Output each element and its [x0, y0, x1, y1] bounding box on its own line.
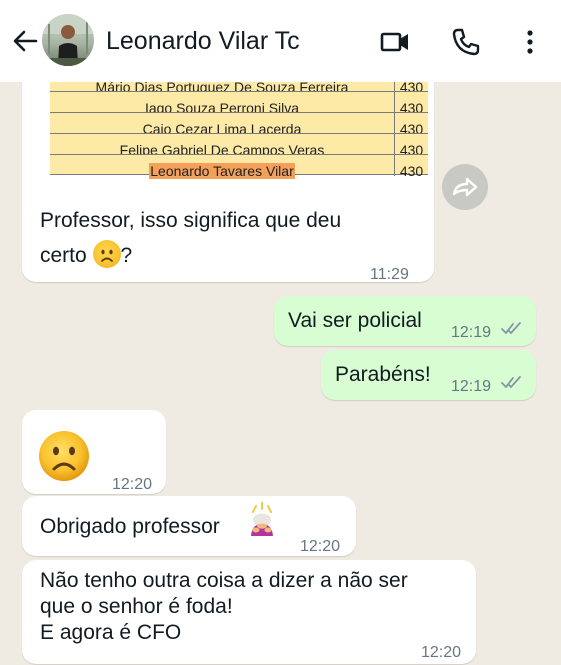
contact-name[interactable]: Leonardo Vilar Tc: [106, 27, 300, 56]
doc-highlight: Leonardo Tavares Vilar: [149, 163, 295, 179]
image-caption-line2: certo ?: [40, 240, 132, 271]
more-vertical-icon[interactable]: [514, 26, 546, 58]
doc-row-score: 430: [394, 113, 428, 137]
avatar[interactable]: [42, 14, 94, 66]
message-time: 12:19: [451, 378, 492, 395]
forward-icon: [452, 177, 478, 197]
forward-button[interactable]: [442, 164, 488, 210]
message-time: 12:20: [421, 644, 462, 661]
doc-row: Mário Dias Portuguez De Souza Ferreira 4…: [50, 82, 428, 95]
result-list-image[interactable]: Mário Dias Portuguez De Souza Ferreira 4…: [28, 82, 428, 194]
message-text-line3: E agora é CFO: [40, 621, 182, 644]
chat-header: Leonardo Vilar Tc: [0, 0, 561, 82]
doc-row: Felipe Gabriel De Campos Veras 430: [50, 133, 428, 158]
incoming-message[interactable]: Não tenho outra coisa a dizer a não ser …: [22, 560, 476, 664]
incoming-message[interactable]: 12:20: [22, 410, 166, 494]
doc-row-highlighted: Leonardo Tavares Vilar 430: [50, 154, 428, 179]
phone-icon[interactable]: [450, 26, 482, 58]
doc-row-score: 430: [394, 155, 428, 179]
arrow-left-icon[interactable]: [10, 26, 40, 56]
message-time: 12:19: [451, 324, 492, 341]
doc-row-score: 430: [394, 92, 428, 116]
frowning-face-icon: [92, 240, 121, 268]
double-check-icon: [501, 322, 521, 334]
incoming-message[interactable]: Obrigado professor 12:20: [22, 496, 356, 556]
frowning-face-icon: [39, 431, 89, 481]
outgoing-message[interactable]: Parabéns! 12:19: [321, 350, 536, 400]
chat-area[interactable]: Mário Dias Portuguez De Souza Ferreira 4…: [0, 82, 561, 665]
double-check-icon: [501, 376, 521, 388]
person-bowing-icon: [251, 502, 273, 536]
outgoing-message[interactable]: Vai ser policial 12:19: [274, 296, 536, 346]
message-text: Vai ser policial: [288, 309, 422, 332]
message-time: 12:20: [300, 538, 341, 555]
message-text: Parabéns!: [335, 363, 431, 386]
avatar-photo: [42, 14, 94, 66]
doc-row: Caio Cezar Lima Lacerda 430: [50, 112, 428, 137]
doc-row: Iago Souza Perroni Silva 430: [50, 91, 428, 116]
message-text: Obrigado professor: [40, 515, 220, 538]
image-message-bubble[interactable]: Mário Dias Portuguez De Souza Ferreira 4…: [22, 82, 434, 283]
video-camera-icon[interactable]: [379, 26, 411, 58]
doc-row-score: 430: [394, 134, 428, 158]
caption-text: ?: [120, 244, 133, 267]
image-caption-line1: Professor, isso significa que deu: [40, 209, 342, 232]
message-time: 11:29: [370, 266, 409, 283]
caption-text: certo: [40, 244, 87, 267]
doc-row-name: Leonardo Tavares Vilar: [50, 156, 394, 186]
